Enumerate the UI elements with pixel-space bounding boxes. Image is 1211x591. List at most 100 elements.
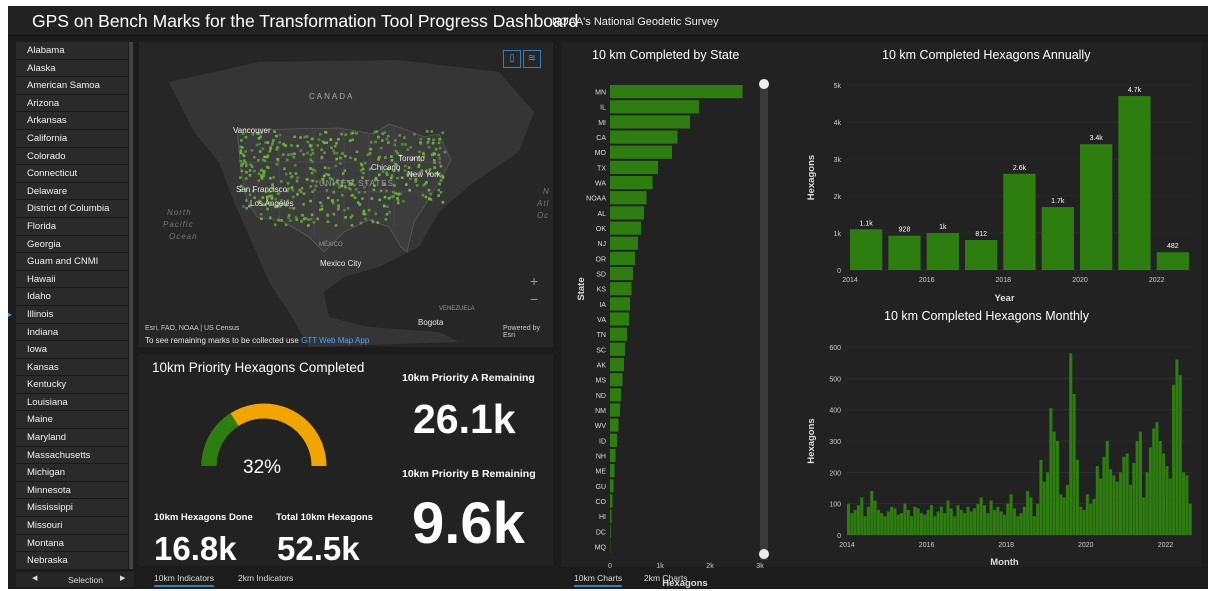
monthly-bar[interactable] (856, 505, 860, 535)
monthly-bar[interactable] (1072, 394, 1076, 535)
annual-bar[interactable] (888, 235, 921, 270)
monthly-bar[interactable] (1119, 472, 1123, 535)
state-list-item[interactable]: Arizona (16, 94, 128, 113)
monthly-bar[interactable] (893, 508, 897, 535)
annual-bar[interactable] (1041, 207, 1074, 270)
state-bar[interactable] (610, 206, 644, 220)
monthly-chart[interactable]: 0 100 200 300 400 500 600 2014 2016 2018 2020 2022 M… (802, 329, 1192, 567)
monthly-bar[interactable] (1168, 478, 1172, 535)
monthly-bar[interactable] (1032, 516, 1036, 535)
prev-icon[interactable]: ◀ (32, 574, 37, 582)
monthly-bar[interactable] (996, 506, 1000, 535)
monthly-bar[interactable] (853, 509, 857, 535)
monthly-bar[interactable] (1059, 494, 1063, 535)
map-canvas[interactable] (139, 42, 553, 347)
monthly-bar[interactable] (860, 497, 864, 535)
monthly-bar[interactable] (1089, 503, 1093, 535)
state-list-item[interactable]: Missouri (16, 517, 128, 535)
monthly-bar[interactable] (1016, 516, 1020, 535)
monthly-bar[interactable] (976, 503, 980, 535)
zoom-in-button[interactable]: + (530, 273, 538, 289)
state-bar[interactable] (610, 433, 617, 447)
monthly-bar[interactable] (1052, 431, 1056, 535)
state-bar[interactable] (610, 524, 611, 538)
monthly-bar[interactable] (1155, 422, 1159, 535)
monthly-bar[interactable] (933, 516, 937, 535)
scroll-handle-top-icon[interactable] (759, 79, 769, 89)
monthly-bar[interactable] (1178, 375, 1182, 535)
monthly-bar[interactable] (1158, 441, 1162, 535)
state-bar[interactable] (610, 448, 616, 463)
monthly-bar[interactable] (1065, 484, 1069, 535)
monthly-bar[interactable] (969, 511, 973, 536)
state-list-item[interactable]: Florida (16, 217, 128, 236)
state-list-item[interactable]: Kansas (16, 358, 128, 377)
map-powered-by[interactable]: Powered by Esri (503, 325, 553, 339)
state-list-item[interactable]: Nebraska (16, 552, 128, 569)
state-list-item[interactable]: Illinois (16, 305, 128, 324)
monthly-bar[interactable] (1049, 408, 1053, 535)
monthly-bar[interactable] (1075, 459, 1079, 535)
state-bar[interactable] (610, 327, 627, 341)
state-bar[interactable] (610, 464, 615, 478)
monthly-bar[interactable] (1165, 466, 1169, 535)
annual-bar[interactable] (1156, 252, 1189, 270)
layers-icon[interactable]: ≋ (523, 50, 541, 68)
monthly-bar[interactable] (936, 511, 940, 536)
monthly-bar[interactable] (919, 513, 923, 535)
monthly-bar[interactable] (1062, 497, 1066, 535)
monthly-bar[interactable] (1009, 494, 1013, 535)
state-list-item[interactable]: Maine (16, 411, 128, 430)
state-list-item[interactable]: Kentucky (16, 376, 128, 394)
state-list-item[interactable]: Hawaii (16, 270, 128, 289)
monthly-bar[interactable] (847, 503, 851, 535)
monthly-bar[interactable] (1132, 462, 1136, 535)
monthly-bar[interactable] (989, 500, 993, 536)
monthly-bar[interactable] (1039, 459, 1043, 535)
monthly-bar[interactable] (910, 516, 914, 535)
gtt-web-map-link[interactable]: GTT Web Map App (301, 336, 369, 345)
state-bar[interactable] (610, 130, 678, 144)
monthly-bar[interactable] (1135, 441, 1139, 535)
state-list-item[interactable]: Louisiana (16, 393, 128, 412)
monthly-bar[interactable] (943, 513, 947, 535)
monthly-bar[interactable] (1029, 497, 1033, 535)
monthly-bar[interactable] (1175, 359, 1179, 536)
monthly-bar[interactable] (1095, 466, 1099, 535)
monthly-bar[interactable] (1172, 384, 1176, 535)
monthly-bar[interactable] (1112, 475, 1116, 536)
monthly-bar[interactable] (863, 516, 867, 535)
monthly-bar[interactable] (1185, 475, 1189, 536)
monthly-bar[interactable] (1069, 353, 1073, 535)
state-bar[interactable] (610, 357, 624, 372)
monthly-bar[interactable] (1162, 453, 1166, 536)
monthly-bar[interactable] (913, 506, 917, 535)
monthly-bar[interactable] (966, 506, 970, 535)
state-list-item[interactable]: Maryland (16, 429, 128, 447)
monthly-bar[interactable] (973, 508, 977, 535)
monthly-bar[interactable] (949, 508, 953, 535)
monthly-bar[interactable] (1055, 441, 1060, 535)
monthly-bar[interactable] (939, 506, 943, 535)
state-list-item[interactable]: Idaho (16, 288, 128, 306)
monthly-bar[interactable] (1122, 456, 1126, 535)
annual-chart[interactable]: 0 1k 2k 3k 4k 5k 1.1k 928 1k 812 2.6k 1.7k 3.4k 4.7k 4… (802, 70, 1192, 305)
state-list-item[interactable]: Mississippi (16, 499, 128, 518)
next-icon[interactable]: ▶ (120, 574, 125, 582)
state-bar[interactable] (610, 176, 653, 190)
monthly-bar[interactable] (929, 505, 933, 535)
state-bar[interactable] (610, 403, 620, 417)
monthly-bar[interactable] (1128, 484, 1132, 535)
state-list-item[interactable]: Alabama (16, 42, 128, 60)
monthly-bar[interactable] (1006, 503, 1010, 535)
state-list-item[interactable]: Iowa (16, 341, 128, 359)
monthly-bar[interactable] (1099, 478, 1103, 535)
monthly-bar[interactable] (1145, 472, 1149, 535)
monthly-bar[interactable] (986, 513, 990, 535)
annual-bar[interactable] (1118, 96, 1151, 270)
monthly-bar[interactable] (1085, 494, 1089, 535)
state-list-item[interactable]: District of Columbia (16, 200, 128, 218)
monthly-bar[interactable] (903, 503, 907, 535)
state-bar[interactable] (610, 191, 647, 205)
zoom-out-button[interactable]: − (530, 291, 538, 307)
